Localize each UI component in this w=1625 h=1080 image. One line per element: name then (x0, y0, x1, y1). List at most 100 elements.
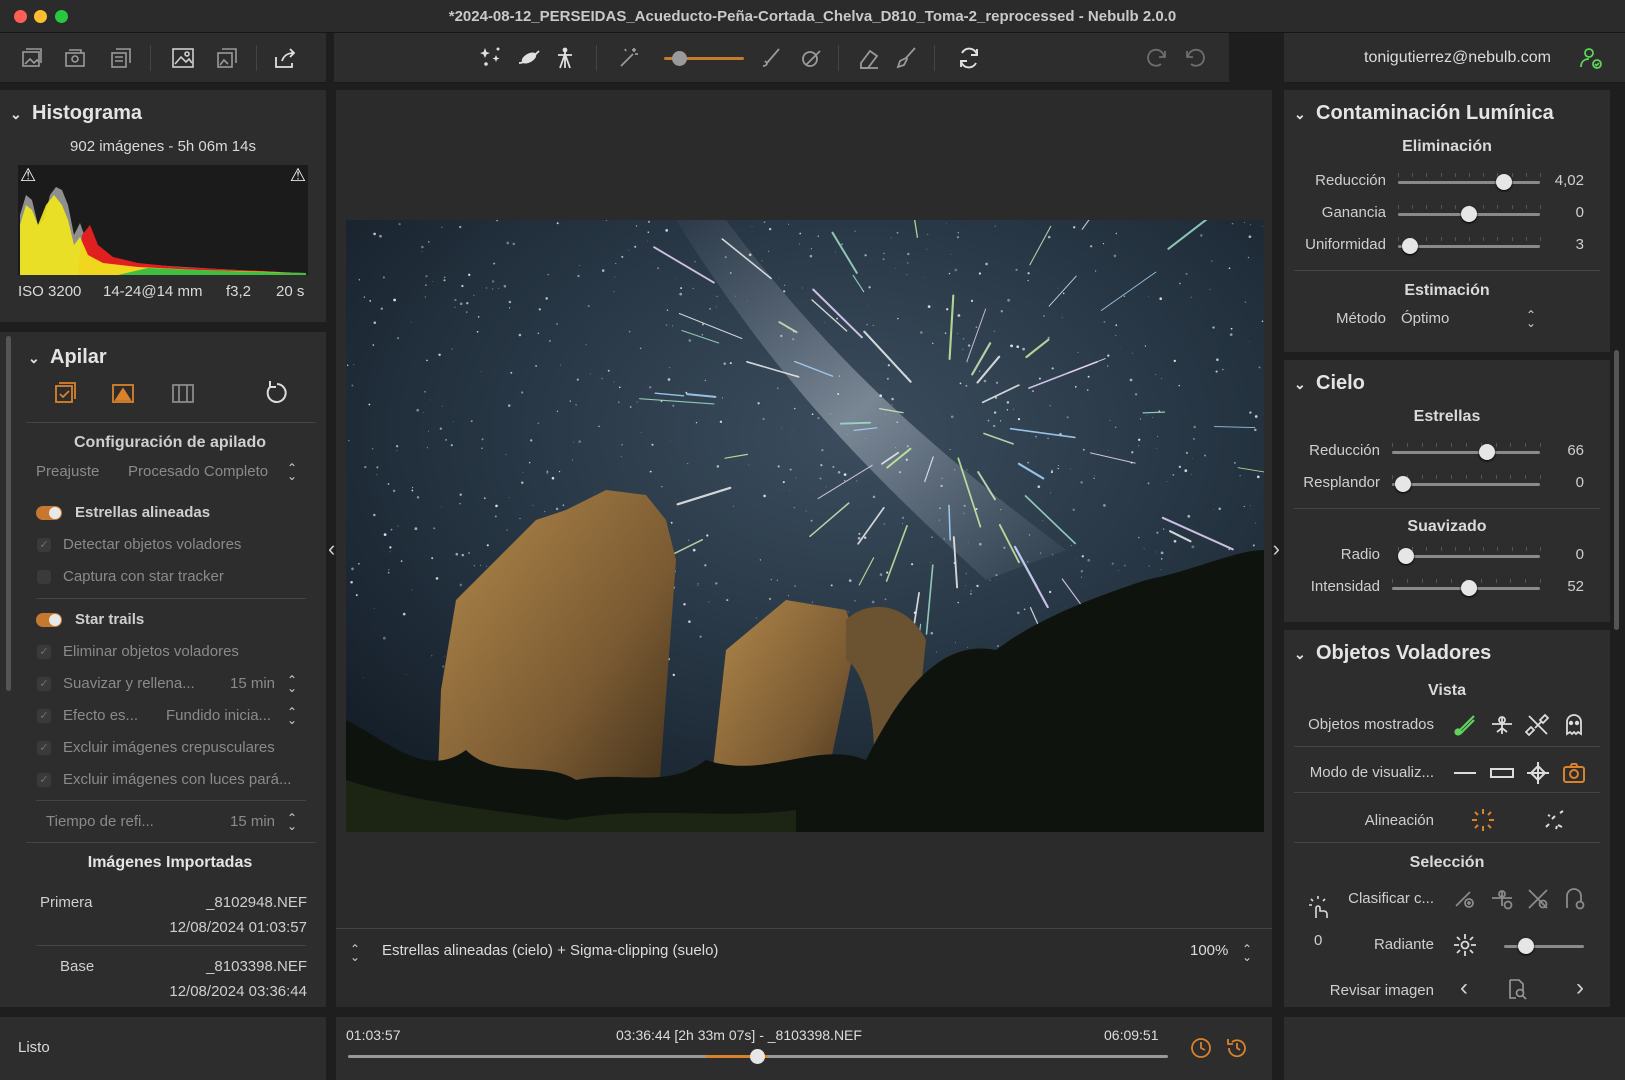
star (777, 387, 779, 389)
radiant-slider[interactable] (1504, 945, 1584, 948)
slider-knob[interactable] (1401, 238, 1418, 254)
timeline-history-icon[interactable] (1224, 1035, 1250, 1061)
sky-header[interactable]: ⌄ Cielo (1294, 372, 1365, 395)
save-image-icon[interactable] (168, 43, 198, 73)
star-tracker-checkbox[interactable] (37, 570, 51, 584)
plane-filter-icon[interactable] (1487, 710, 1517, 740)
reset-stack-icon[interactable] (262, 378, 292, 408)
unknown-object-filter-icon[interactable] (1559, 710, 1589, 740)
flying-objects-header[interactable]: ⌄ Objetos Voladores (1294, 642, 1491, 665)
stack-mode-label[interactable]: Estrellas alineadas (cielo) + Sigma-clip… (382, 942, 718, 959)
detect-flying-checkbox[interactable]: ✓ (37, 538, 51, 552)
shadow-clipping-warning-icon[interactable]: ⚠ (20, 165, 36, 186)
brush-tool-icon[interactable] (756, 43, 786, 73)
star-trails-toggle[interactable] (36, 613, 62, 627)
sky-glow-slider[interactable] (1392, 475, 1541, 492)
open-images-icon[interactable] (16, 43, 46, 73)
effect-select[interactable]: Fundido inicia... (166, 707, 271, 724)
box-mode-icon[interactable] (1487, 758, 1517, 788)
magic-wand-icon[interactable] (614, 43, 644, 73)
stack-header[interactable]: ⌄ Apilar (28, 346, 107, 369)
target-mode-icon[interactable] (1523, 758, 1553, 788)
import-batch-icon[interactable] (106, 43, 136, 73)
right-panel-scrollbar[interactable] (1614, 350, 1619, 630)
slider-knob[interactable] (1479, 444, 1496, 460)
lp-gain-slider[interactable] (1398, 205, 1541, 222)
collapse-left-panel-icon[interactable]: ‹ (328, 536, 335, 562)
classify-satellite-icon[interactable] (1523, 884, 1553, 914)
zoom-level[interactable]: 100% (1190, 942, 1228, 959)
eraser-tool-icon[interactable] (854, 43, 884, 73)
alignment-radiant-icon[interactable] (1468, 805, 1498, 835)
exclude-twilight-checkbox[interactable]: ✓ (37, 741, 51, 755)
sky-intensity-slider[interactable] (1392, 579, 1541, 596)
sky-reduction-slider[interactable] (1392, 443, 1541, 460)
effect-updown-icon[interactable]: ⌃ ⌄ (287, 706, 297, 726)
stack-mode-panels-icon[interactable] (168, 378, 198, 408)
open-folder-icon[interactable] (60, 43, 90, 73)
share-export-icon[interactable] (270, 43, 300, 73)
left-panel-scrollbar[interactable] (6, 336, 11, 691)
classify-unknown-icon[interactable] (1559, 884, 1589, 914)
zoom-updown-icon[interactable]: ⌃ ⌄ (1242, 943, 1252, 963)
slider-knob[interactable] (1398, 548, 1414, 564)
refresh-time-select[interactable]: 15 min (230, 813, 275, 830)
radiant-sun-icon[interactable] (1450, 930, 1480, 960)
milky-way-tool-icon[interactable] (514, 43, 544, 73)
star (995, 573, 998, 577)
landmark-tool-icon[interactable] (550, 43, 580, 73)
smooth-fill-select[interactable]: 15 min (230, 675, 275, 692)
timeline-knob[interactable] (750, 1049, 765, 1064)
method-updown-icon[interactable]: ⌃ ⌄ (1526, 309, 1536, 329)
stack-mode-check-icon[interactable] (50, 378, 80, 408)
preset-select[interactable]: Procesado Completo (128, 463, 268, 480)
astro-photo[interactable] (346, 220, 1264, 832)
meteor-filter-icon[interactable] (1450, 710, 1480, 740)
slider-knob[interactable] (1394, 476, 1411, 492)
lp-reduction-slider[interactable] (1398, 173, 1541, 190)
inspect-image-icon[interactable] (1504, 976, 1530, 1002)
light-pollution-header[interactable]: ⌄ Contaminación Lumínica (1294, 102, 1554, 125)
stack-mode-updown-icon[interactable]: ⌃ ⌄ (350, 943, 360, 963)
lp-uniformity-slider[interactable] (1398, 237, 1541, 254)
radiant-slider-knob[interactable] (1518, 938, 1534, 954)
collapse-right-panel-icon[interactable]: › (1273, 536, 1280, 562)
slider-knob[interactable] (1461, 206, 1477, 222)
highlight-clipping-warning-icon[interactable]: ⚠ (290, 165, 306, 186)
histogram-header[interactable]: ⌄ Histograma (10, 102, 142, 125)
alignment-scatter-icon[interactable] (1540, 805, 1570, 835)
exclude-lights-checkbox[interactable]: ✓ (37, 773, 51, 787)
smooth-fill-updown-icon[interactable]: ⌃ ⌄ (287, 674, 297, 694)
star (1070, 545, 1072, 547)
refresh-icon[interactable] (954, 43, 984, 73)
slider-knob[interactable] (1460, 580, 1477, 596)
stars-tool-icon[interactable] (476, 43, 506, 73)
remove-flying-checkbox[interactable]: ✓ (37, 645, 51, 659)
effect-checkbox[interactable]: ✓ (37, 709, 51, 723)
slider-knob[interactable] (1496, 174, 1513, 190)
brush-size-knob[interactable] (672, 51, 687, 66)
user-connected-icon[interactable] (1576, 43, 1606, 73)
aligned-stars-toggle[interactable] (36, 506, 62, 520)
mask-brush-icon[interactable] (796, 43, 826, 73)
undo-icon[interactable] (1180, 43, 1210, 73)
clear-brush-icon[interactable] (892, 43, 922, 73)
account-email[interactable]: tonigutierrez@nebulb.com (1364, 49, 1551, 67)
preset-updown-icon[interactable]: ⌃ ⌄ (287, 462, 297, 482)
satellite-filter-icon[interactable] (1523, 710, 1553, 740)
line-mode-icon[interactable] (1450, 758, 1480, 788)
classify-plane-icon[interactable] (1487, 884, 1517, 914)
save-batch-icon[interactable] (212, 43, 242, 73)
smooth-fill-checkbox[interactable]: ✓ (37, 677, 51, 691)
timeline-clock-icon[interactable] (1188, 1035, 1214, 1061)
next-image-icon[interactable]: › (1576, 974, 1584, 1002)
sky-radius-slider[interactable] (1398, 547, 1541, 564)
method-select[interactable]: Óptimo (1401, 310, 1449, 327)
previous-image-icon[interactable]: ‹ (1460, 974, 1468, 1002)
classify-meteor-icon[interactable] (1450, 884, 1480, 914)
refresh-time-updown-icon[interactable]: ⌃ ⌄ (287, 812, 297, 832)
stack-mode-landscape-icon[interactable] (108, 378, 138, 408)
method-label: Método (1335, 310, 1386, 327)
camera-mode-icon[interactable] (1559, 758, 1589, 788)
redo-icon[interactable] (1142, 43, 1172, 73)
